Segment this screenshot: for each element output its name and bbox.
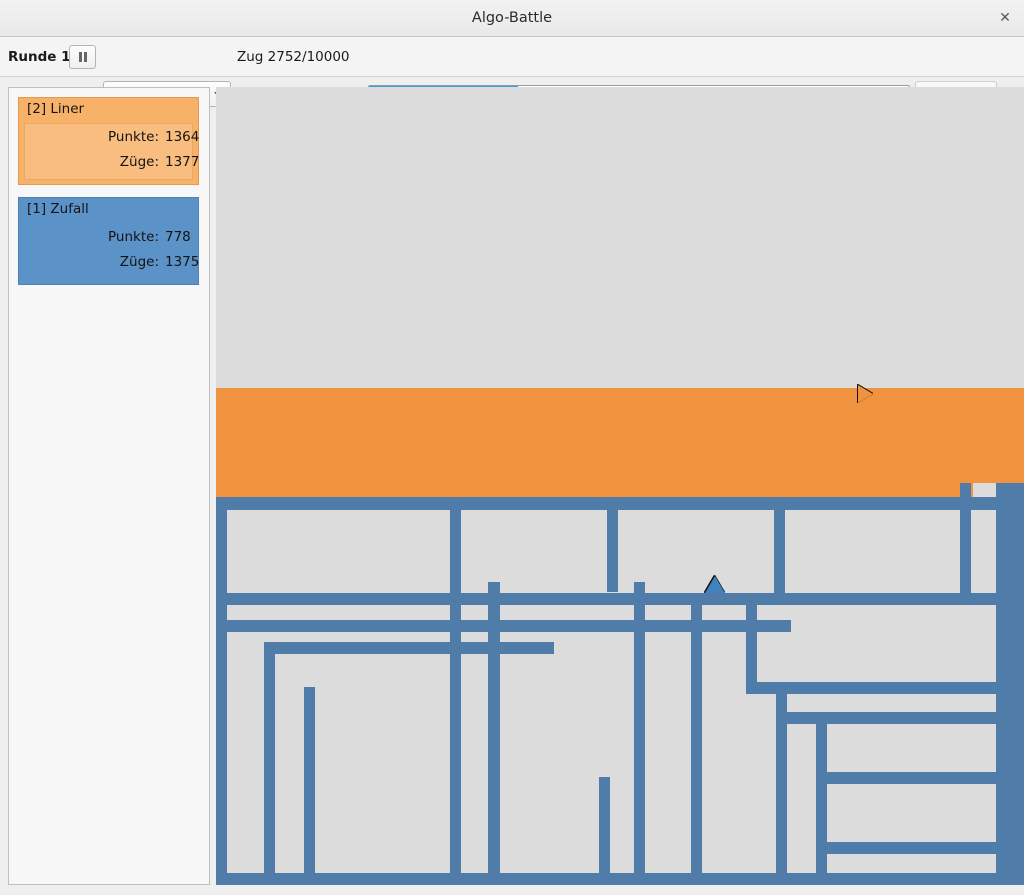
moves-value: 1377 bbox=[165, 154, 200, 170]
player-card-liner[interactable]: [2] Liner Punkte: 1364 Züge: 1377 bbox=[18, 97, 199, 185]
moves-label: Züge: bbox=[119, 254, 159, 270]
window-title: Algo-Battle bbox=[471, 10, 553, 26]
points-value: 778 bbox=[165, 229, 191, 245]
blue-trail bbox=[960, 483, 971, 593]
player-marker-orange bbox=[858, 385, 873, 403]
window-titlebar: Algo-Battle ✕ bbox=[0, 0, 1024, 37]
player-name: [1] Zufall bbox=[27, 201, 89, 217]
moves-label: Züge: bbox=[119, 154, 159, 170]
game-board[interactable] bbox=[216, 87, 1024, 885]
blue-trail bbox=[774, 497, 785, 593]
blue-trail bbox=[216, 497, 227, 885]
blue-trail bbox=[774, 593, 996, 605]
player-marker-blue bbox=[705, 576, 725, 593]
blue-trail bbox=[776, 712, 996, 724]
blue-trail bbox=[746, 593, 757, 693]
moves-value: 1375 bbox=[165, 254, 200, 270]
player-stats: Punkte: 1364 Züge: 1377 bbox=[24, 123, 199, 180]
blue-trail bbox=[599, 777, 610, 885]
blue-trail bbox=[691, 620, 791, 632]
move-counter-label: Zug 2752/10000 bbox=[237, 49, 350, 65]
pause-icon bbox=[79, 52, 82, 62]
points-label: Punkte: bbox=[108, 229, 159, 245]
points-label: Punkte: bbox=[108, 129, 159, 145]
blue-trail bbox=[304, 687, 315, 885]
blue-trail bbox=[634, 582, 645, 885]
blue-trail bbox=[264, 642, 275, 885]
close-icon[interactable]: ✕ bbox=[994, 7, 1016, 29]
blue-trail bbox=[450, 499, 461, 885]
blue-trail bbox=[996, 483, 1024, 885]
blue-trail bbox=[216, 873, 1008, 885]
blue-trail bbox=[691, 593, 702, 885]
orange-territory bbox=[216, 388, 870, 497]
blue-trail bbox=[607, 497, 618, 592]
blue-trail bbox=[488, 582, 500, 885]
blue-trail bbox=[216, 593, 796, 605]
blue-trail bbox=[816, 842, 996, 854]
pause-icon-bar2 bbox=[84, 52, 87, 62]
points-value: 1364 bbox=[165, 129, 200, 145]
blue-trail bbox=[816, 712, 827, 885]
blue-trail bbox=[816, 772, 996, 784]
orange-territory bbox=[216, 483, 616, 497]
player-card-zufall[interactable]: [1] Zufall Punkte: 778 Züge: 1375 bbox=[18, 197, 199, 285]
orange-territory bbox=[1008, 388, 1024, 483]
toolbar: Runde 1 Normal Zug 2752/10000 Fertig bbox=[0, 37, 1024, 109]
blue-trail bbox=[264, 642, 554, 654]
round-label: Runde 1 bbox=[8, 49, 71, 65]
pause-button[interactable] bbox=[69, 45, 96, 69]
orange-territory bbox=[870, 388, 1008, 483]
player-stats: Punkte: 778 Züge: 1375 bbox=[24, 223, 199, 280]
orange-territory bbox=[870, 483, 973, 497]
player-name: [2] Liner bbox=[27, 101, 85, 117]
player-sidebar: [2] Liner Punkte: 1364 Züge: 1377 [1] Zu… bbox=[8, 87, 210, 885]
